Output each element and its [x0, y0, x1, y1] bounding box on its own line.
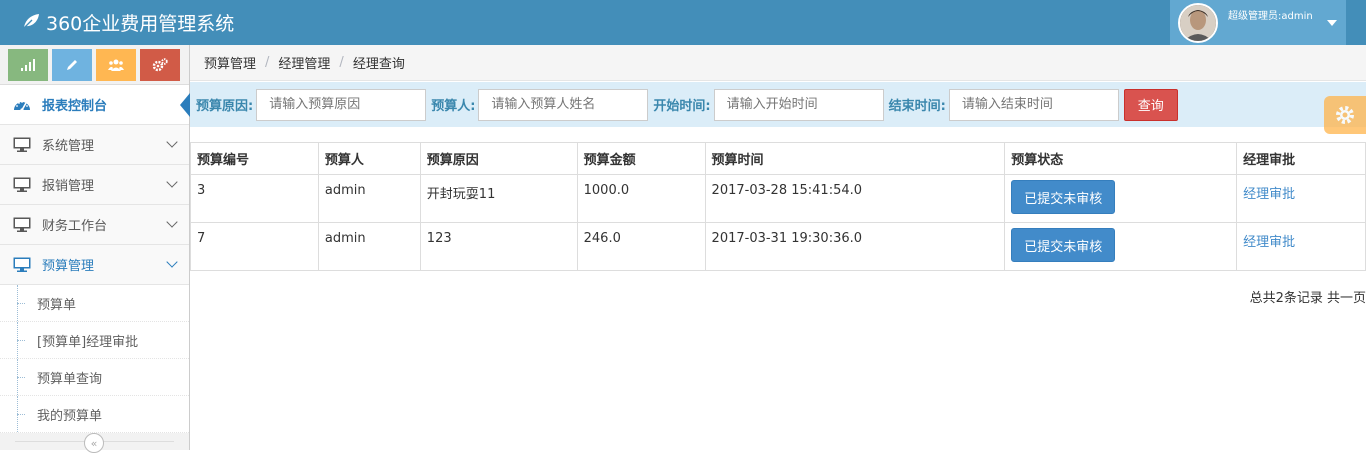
submenu-item-manager-approve[interactable]: [预算单]经理审批	[0, 322, 189, 359]
cell-reason: 123	[419, 222, 578, 271]
submenu-item-budget[interactable]: 预算单	[0, 285, 189, 322]
shortcut-bar	[0, 45, 189, 85]
cell-status: 已提交未审核	[1004, 174, 1238, 223]
person-label: 预算人:	[431, 99, 476, 114]
signal-icon[interactable]	[8, 49, 48, 81]
chevron-down-icon	[166, 176, 178, 188]
sidebar-item-label: 财务工作台	[42, 219, 108, 234]
cell-person: admin	[317, 174, 421, 223]
manager-approve-link[interactable]: 经理审批	[1243, 235, 1295, 250]
status-button[interactable]: 已提交未审核	[1011, 180, 1116, 214]
table-row: 3 admin 开封玩耍11 1000.0 2017-03-28 15:41:5…	[190, 174, 1366, 223]
sidebar-item-label: 预算管理	[42, 259, 95, 274]
breadcrumb-separator: /	[339, 55, 344, 70]
breadcrumb: 预算管理 / 经理管理 / 经理查询	[190, 45, 1366, 81]
breadcrumb-item[interactable]: 预算管理	[204, 53, 256, 72]
start-time-input[interactable]	[713, 88, 884, 121]
leaf-icon	[22, 12, 40, 34]
budget-submenu: 预算单 [预算单]经理审批 预算单查询 我的预算单	[0, 285, 189, 433]
column-header: 预算时间	[704, 142, 1006, 175]
sidebar-item-label: 报销管理	[42, 179, 95, 194]
column-header: 预算金额	[576, 142, 706, 175]
cogs-icon[interactable]	[140, 49, 180, 81]
column-header: 预算编号	[190, 142, 319, 175]
cell-id: 7	[190, 222, 319, 271]
sidebar-item-budget[interactable]: 预算管理	[0, 245, 189, 285]
chevron-down-icon	[166, 136, 178, 148]
end-time-input[interactable]	[948, 88, 1119, 121]
pencil-icon[interactable]	[52, 49, 92, 81]
table-header-row: 预算编号 预算人 预算原因 预算金额 预算时间 预算状态 经理审批	[190, 142, 1366, 175]
column-header: 经理审批	[1236, 142, 1366, 175]
sidebar-collapse-bar: «	[0, 431, 189, 453]
sidebar-item-system[interactable]: 系统管理	[0, 125, 189, 165]
column-header: 预算状态	[1004, 142, 1238, 175]
cell-person: admin	[317, 222, 421, 271]
cell-status: 已提交未审核	[1004, 222, 1238, 271]
breadcrumb-separator: /	[265, 55, 270, 70]
cell-reason: 开封玩耍11	[419, 174, 578, 223]
cell-id: 3	[190, 174, 319, 223]
desktop-icon	[13, 137, 31, 153]
cell-time: 2017-03-31 19:30:36.0	[704, 222, 1006, 271]
cell-amount: 246.0	[576, 222, 706, 271]
submenu-item-budget-query[interactable]: 预算单查询	[0, 359, 189, 396]
reason-input[interactable]	[256, 88, 427, 121]
submenu-item-my-budget[interactable]: 我的预算单	[0, 396, 189, 433]
caret-down-icon	[1326, 19, 1337, 26]
user-label: 超级管理员:admin	[1228, 11, 1313, 22]
desktop-icon	[13, 217, 31, 233]
reason-label: 预算原因:	[196, 99, 254, 114]
search-form: 预算原因: 预算人: 开始时间: 结束时间: 查询	[190, 82, 1366, 127]
start-time-label: 开始时间:	[653, 99, 711, 114]
sidebar-item-label: 报表控制台	[42, 99, 108, 114]
pagination-summary: 总共2条记录 共一页	[1249, 291, 1366, 306]
user-menu[interactable]: 超级管理员:admin	[1170, 0, 1346, 45]
chevron-down-icon	[166, 256, 178, 268]
cell-action: 经理审批	[1236, 222, 1366, 271]
cell-amount: 1000.0	[576, 174, 706, 223]
app-brand[interactable]: 360企业费用管理系统	[22, 0, 234, 45]
cell-action: 经理审批	[1236, 174, 1366, 223]
budget-table: 预算编号 预算人 预算原因 预算金额 预算时间 预算状态 经理审批 3 admi…	[190, 142, 1366, 271]
cell-time: 2017-03-28 15:41:54.0	[704, 174, 1006, 223]
breadcrumb-current: 经理查询	[352, 57, 405, 72]
sidebar-item-finance[interactable]: 财务工作台	[0, 205, 189, 245]
sidebar-item-label: 系统管理	[42, 139, 95, 154]
dashboard-icon	[13, 97, 31, 113]
sidebar-item-reimburse[interactable]: 报销管理	[0, 165, 189, 205]
column-header: 预算原因	[419, 142, 578, 175]
person-input[interactable]	[478, 88, 649, 121]
settings-gear-icon[interactable]	[1324, 96, 1366, 134]
collapse-icon[interactable]: «	[84, 433, 104, 453]
status-button[interactable]: 已提交未审核	[1011, 228, 1116, 262]
app-title: 360企业费用管理系统	[46, 13, 235, 35]
manager-approve-link[interactable]: 经理审批	[1243, 187, 1295, 202]
breadcrumb-item[interactable]: 经理管理	[278, 53, 330, 72]
end-time-label: 结束时间:	[888, 99, 946, 114]
column-header: 预算人	[317, 142, 421, 175]
table-row: 7 admin 123 246.0 2017-03-31 19:30:36.0 …	[190, 222, 1366, 271]
sidebar: 报表控制台 系统管理 报销管理 财务工作台 预算管理 预算单 [预算单]经理审批…	[0, 45, 190, 453]
users-icon[interactable]	[96, 49, 136, 81]
top-navbar: 360企业费用管理系统 超级管理员:admin	[0, 0, 1366, 45]
avatar	[1178, 2, 1218, 43]
chevron-down-icon	[166, 216, 178, 228]
query-button[interactable]: 查询	[1123, 88, 1178, 121]
desktop-icon	[13, 257, 31, 273]
desktop-icon	[13, 177, 31, 193]
sidebar-item-dashboard[interactable]: 报表控制台	[0, 85, 190, 125]
